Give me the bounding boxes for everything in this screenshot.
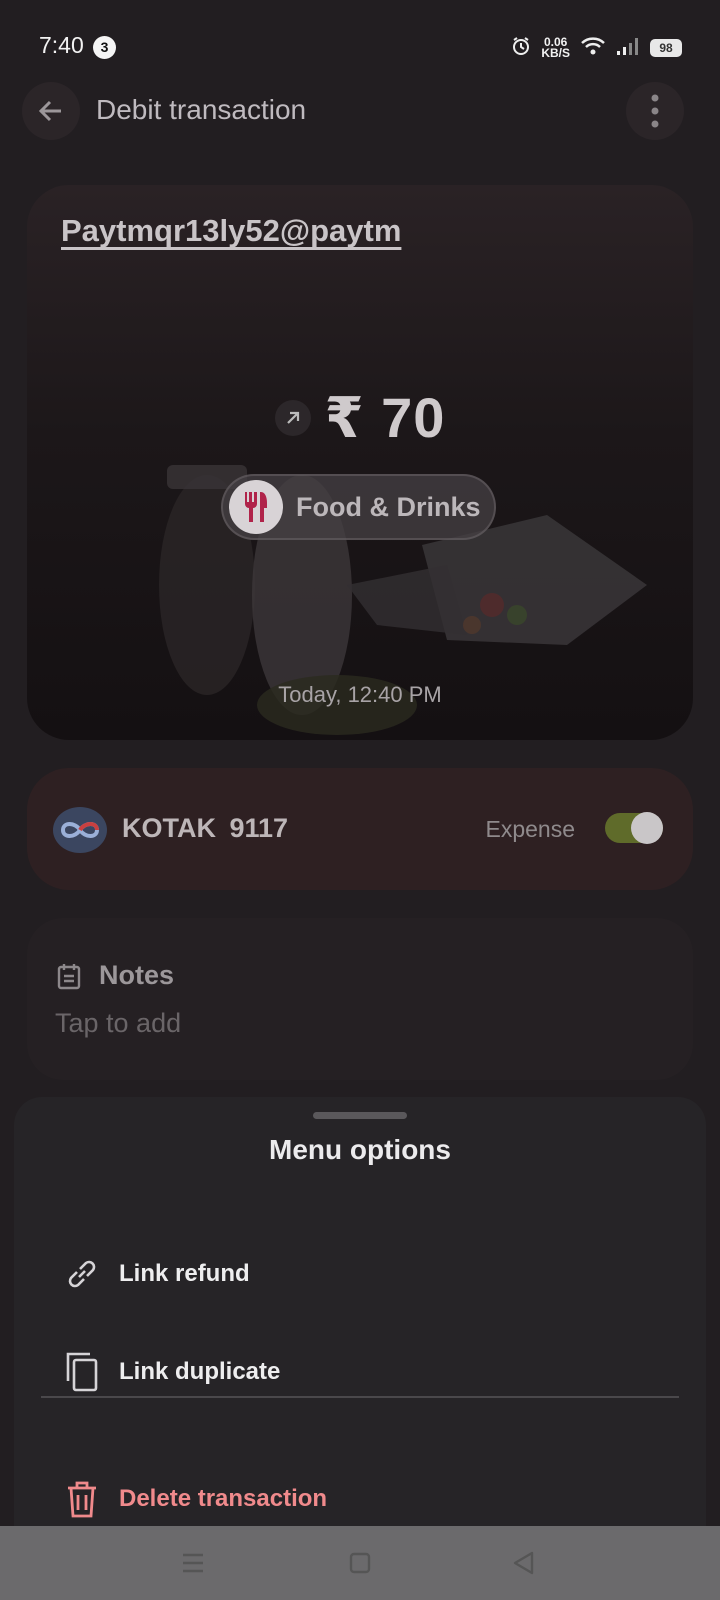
expense-toggle[interactable] bbox=[605, 812, 663, 844]
expense-label: Expense bbox=[485, 816, 575, 842]
notes-title: Notes bbox=[99, 960, 175, 990]
square-icon bbox=[349, 1552, 371, 1574]
menu-item-link-refund[interactable]: Link refund bbox=[14, 1234, 706, 1314]
back-nav-button[interactable] bbox=[463, 1526, 583, 1600]
notification-badge: 3 bbox=[93, 36, 116, 59]
category-label: Food & Drinks bbox=[296, 491, 481, 522]
screen: 7:40 3 0.06 KB/S 98 Debit transaction Pa… bbox=[0, 0, 720, 1600]
fork-knife-icon bbox=[229, 480, 283, 534]
food-background-image bbox=[159, 465, 647, 735]
trash-icon bbox=[62, 1479, 102, 1519]
app-bar: Debit transaction bbox=[0, 80, 720, 140]
alarm-icon bbox=[511, 36, 531, 61]
category-chip[interactable]: Food & Drinks bbox=[221, 474, 496, 540]
debit-arrow-icon bbox=[274, 400, 311, 436]
net-speed: 0.06 KB/S bbox=[541, 35, 570, 60]
status-bar: 7:40 3 0.06 KB/S 98 bbox=[0, 0, 720, 92]
kotak-bank-logo-icon bbox=[53, 807, 107, 853]
back-button[interactable] bbox=[22, 82, 80, 140]
menu-divider bbox=[41, 1396, 679, 1398]
menu-item-label: Delete transaction bbox=[119, 1485, 328, 1512]
more-options-button[interactable] bbox=[626, 82, 684, 140]
more-vertical-icon bbox=[651, 94, 659, 128]
transaction-hero-card: Paytmqr13ly52@paytm ₹ 70 Food & Drinks T… bbox=[27, 185, 693, 740]
copy-icon bbox=[62, 1352, 102, 1392]
menu-item-label: Link refund bbox=[119, 1260, 250, 1287]
page-title: Debit transaction bbox=[96, 94, 307, 125]
wifi-icon bbox=[580, 36, 606, 61]
link-icon bbox=[62, 1254, 102, 1294]
menu-item-label: Link duplicate bbox=[119, 1358, 281, 1385]
home-button[interactable] bbox=[300, 1526, 420, 1600]
recents-button[interactable] bbox=[133, 1526, 253, 1600]
triangle-back-icon bbox=[513, 1551, 534, 1575]
system-navigation-bar bbox=[0, 1526, 720, 1600]
transaction-datetime: Today, 12:40 PM bbox=[278, 682, 442, 707]
menu-bottom-sheet: Menu options Link refund Link duplicate … bbox=[14, 1097, 706, 1527]
notes-card[interactable]: Notes Tap to add bbox=[27, 918, 693, 1080]
sheet-title: Menu options bbox=[269, 1134, 451, 1165]
bank-account-label: KOTAK 9117 bbox=[122, 813, 289, 843]
amount-row: ₹ 70 bbox=[27, 385, 693, 451]
notes-placeholder: Tap to add bbox=[55, 1008, 182, 1038]
arrow-left-icon bbox=[38, 100, 61, 122]
menu-lines-icon bbox=[183, 1553, 203, 1573]
signal-icon bbox=[616, 36, 640, 61]
account-card[interactable]: KOTAK 9117 Expense bbox=[27, 768, 693, 890]
status-time: 7:40 bbox=[39, 32, 84, 58]
toggle-knob bbox=[631, 812, 663, 844]
transaction-amount: ₹ 70 bbox=[324, 386, 446, 449]
notes-icon bbox=[55, 962, 83, 995]
payee-link[interactable]: Paytmqr13ly52@paytm bbox=[61, 213, 401, 249]
battery-icon: 98 bbox=[650, 39, 682, 57]
sheet-drag-handle[interactable] bbox=[313, 1112, 407, 1119]
menu-item-link-duplicate[interactable]: Link duplicate bbox=[14, 1332, 706, 1412]
status-icons: 0.06 KB/S 98 bbox=[511, 34, 682, 62]
